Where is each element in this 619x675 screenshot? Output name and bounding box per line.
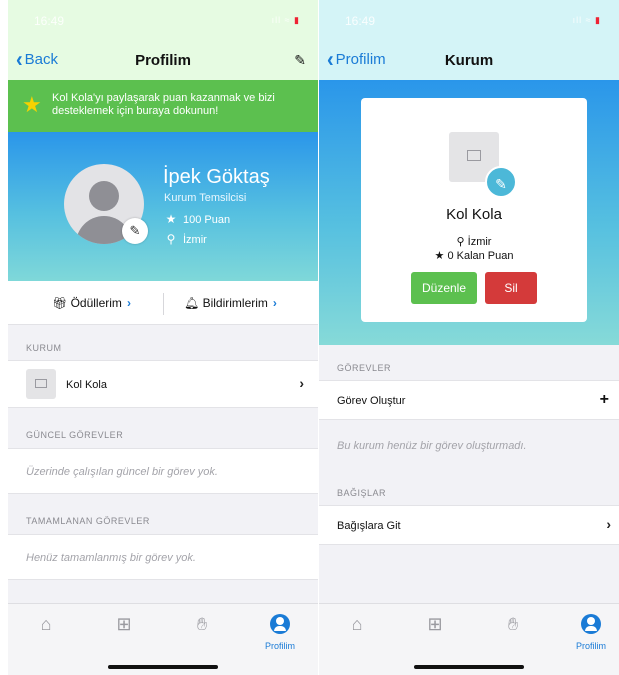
current-tasks-empty-row: Üzerinde çalışılan güncel bir görev yok. [8,448,318,494]
org-city: ⚲ İzmir [456,236,492,248]
share-banner[interactable]: ★ Kol Kola'yı paylaşarak puan kazanmak v… [8,80,318,132]
rewards-tab[interactable]: 🎁︎ Ödüllerim › [52,281,131,325]
org-card: ✎ Kol Kola ⚲ İzmir ★ 0 Kalan Puan Düzenl… [361,98,587,322]
status-time: 16:49 [34,14,65,28]
divider [163,293,164,315]
empty-message: Üzerinde çalışılan güncel bir görev yok. [26,466,218,478]
page-title: Kurum [444,52,494,69]
status-indicators: ıll ≈ ▮ [572,15,601,25]
org-name: Kol Kola [446,206,502,223]
status-bar: 16:49 ıll ≈ ▮ [8,0,318,40]
profile-tabs: 🎁︎ Ödüllerim › 🔔︎ Bildirimlerim › [8,281,318,325]
tab-bar: ⌂ ⊞ ✋︎ Profilim [319,603,619,675]
profile-icon [270,614,290,634]
section-header-donations: BAĞIŞLAR [337,488,387,498]
chevron-right-icon: › [299,375,304,391]
org-row[interactable]: Kol Kola › [8,360,318,408]
profile-screen: 16:49 ıll ≈ ▮ ‹ Back Profilim ✎ ★ Kol Kol… [8,0,318,675]
section-header-org: KURUM [26,343,62,353]
hand-icon[interactable]: ✋︎ [493,614,533,635]
page-title: Profilim [135,52,191,69]
user-city: ⚲ İzmir [164,232,207,246]
status-indicators: ıll ≈ ▮ [271,15,300,25]
hand-icon[interactable]: ✋︎ [182,614,222,635]
profile-icon [581,614,601,634]
nav-bar: ‹ Back Profilim ✎ [8,40,318,80]
donations-row[interactable]: Bağışlara Git › [319,505,619,545]
location-pin-icon: ⚲ [456,236,465,248]
section-header-tasks: GÖREVLER [337,363,392,373]
donations-label: Bağışlara Git [337,520,401,532]
delete-button[interactable]: Sil [485,272,537,304]
tab-profile[interactable]: Profilim [258,614,302,651]
home-indicator [414,665,524,669]
plus-icon: + [599,391,609,408]
nav-bar: ‹ Profilim Kurum [319,40,619,80]
section-header-current-tasks: GÜNCEL GÖREVLER [26,430,124,440]
bell-icon: 🔔︎ [184,296,200,310]
org-points: ★ 0 Kalan Puan [434,250,514,262]
home-icon[interactable]: ⌂ [337,614,377,635]
location-pin-icon: ⚲ [166,232,176,246]
home-indicator [108,665,218,669]
create-task-row[interactable]: Görev Oluştur + [319,380,619,420]
edit-button[interactable]: Düzenle [411,272,477,304]
home-icon[interactable]: ⌂ [26,614,66,635]
gift-icon[interactable]: ⊞ [104,614,144,635]
user-role: Kurum Temsilcisi [164,192,247,204]
empty-message: Bu kurum henüz bir görev oluşturmadı. [337,440,527,452]
status-bar: 16:49 ıll ≈ ▮ [319,0,619,40]
chevron-right-icon: › [272,296,277,310]
gift-icon: 🎁︎ [52,296,68,310]
organization-screen: 16:49 ıll ≈ ▮ ‹ Profilim Kurum ✎ Kol Kola… [319,0,619,675]
star-icon: ★ [165,212,177,226]
star-icon: ★ [22,92,42,117]
chevron-right-icon: › [606,516,611,532]
org-row-label: Kol Kola [66,379,107,391]
banner-text: Kol Kola'yı paylaşarak puan kazanmak ve … [52,92,275,117]
section-header-completed-tasks: TAMAMLANAN GÖREVLER [26,516,150,526]
tab-profile[interactable]: Profilim [569,614,613,651]
user-name: İpek Göktaş [163,166,270,188]
empty-message: Henüz tamamlanmış bir görev yok. [26,552,196,564]
profile-header: ✎ İpek Göktaş Kurum Temsilcisi ★ 100 Puan… [8,132,318,281]
tab-bar: ⌂ ⊞ ✋︎ Profilim [8,603,318,675]
status-time: 16:49 [345,14,376,28]
gift-icon[interactable]: ⊞ [415,614,455,635]
edit-avatar-icon[interactable]: ✎ [122,218,148,244]
create-task-label: Görev Oluştur [337,395,406,407]
pencil-icon[interactable]: ✎ [485,166,517,198]
user-points: ★ 100 Puan [165,212,231,226]
image-placeholder-icon [26,369,56,399]
notifications-tab[interactable]: 🔔︎ Bildirimlerim › [184,281,277,325]
pencil-icon[interactable]: ✎ [294,52,306,69]
org-header: ✎ Kol Kola ⚲ İzmir ★ 0 Kalan Puan Düzenl… [319,80,619,345]
chevron-right-icon: › [126,296,131,310]
completed-tasks-empty-row: Henüz tamamlanmış bir görev yok. [8,534,318,580]
star-icon: ★ [434,250,445,262]
